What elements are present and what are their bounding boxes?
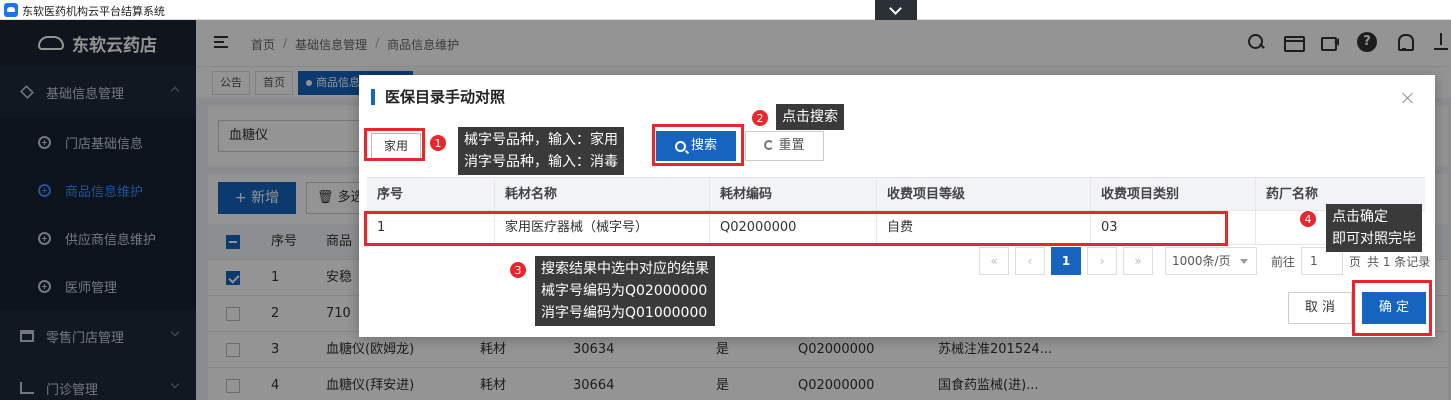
dialog-title: 医保目录手动对照 bbox=[371, 89, 505, 105]
page-number-button[interactable]: 1 bbox=[1051, 247, 1081, 275]
collapse-chevron-down-icon[interactable] bbox=[875, 0, 917, 20]
step-badge-2: 2 bbox=[751, 109, 769, 127]
step-badge-1: 1 bbox=[429, 134, 447, 152]
search-button[interactable]: 搜索 bbox=[656, 131, 736, 161]
reset-button-label: 重置 bbox=[778, 138, 805, 153]
step-tip-4: 点击确定 即可对照完毕 bbox=[1326, 204, 1422, 252]
step-tip-1: 械字号品种，输入：家用 消字号品种，输入：消毒 bbox=[458, 127, 624, 175]
next-page-button[interactable]: › bbox=[1087, 247, 1117, 275]
step-tip-2: 点击搜索 bbox=[776, 104, 844, 130]
col-charge-category: 收费项目类别 bbox=[1090, 178, 1255, 212]
last-page-button[interactable]: » bbox=[1123, 247, 1153, 275]
goto-suffix: 页 bbox=[1349, 254, 1362, 269]
window-title: 东软医药机构云平台结算系统 bbox=[22, 5, 165, 18]
reset-button[interactable]: 重置 bbox=[745, 131, 824, 161]
first-page-button[interactable]: « bbox=[979, 247, 1009, 275]
col-material-code: 耗材编码 bbox=[709, 178, 876, 212]
cancel-button[interactable]: 取 消 bbox=[1288, 292, 1352, 324]
goto-prefix: 前往 bbox=[1271, 254, 1296, 269]
search-button-label: 搜索 bbox=[690, 138, 717, 153]
window-titlebar: 东软医药机构云平台结算系统 bbox=[0, 0, 1451, 20]
app-cloud-icon bbox=[4, 3, 18, 17]
search-icon bbox=[674, 140, 686, 152]
table-row[interactable]: 1 家用医疗器械（械字号） Q02000000 自费 03 bbox=[367, 211, 1425, 245]
prev-page-button[interactable]: ‹ bbox=[1015, 247, 1045, 275]
insurance-mapping-dialog: 医保目录手动对照 家用 搜索 重置 序号 耗材名称 耗材编码 收费项目等级 收费… bbox=[359, 75, 1435, 337]
dialog-result-table: 序号 耗材名称 耗材编码 收费项目等级 收费项目类别 药厂名称 1 家用医疗器械… bbox=[367, 177, 1425, 245]
dialog-search-input[interactable]: 家用 bbox=[371, 133, 421, 159]
col-charge-level: 收费项目等级 bbox=[876, 178, 1090, 212]
col-material-name: 耗材名称 bbox=[494, 178, 709, 212]
close-icon[interactable] bbox=[1401, 91, 1415, 105]
step-badge-3: 3 bbox=[509, 261, 527, 279]
col-seq: 序号 bbox=[377, 187, 404, 202]
step-tip-3: 搜索结果中选中对应的结果 械字号编码为Q02000000 消字号编码为Q0100… bbox=[535, 256, 715, 326]
refresh-icon bbox=[764, 139, 775, 150]
page-size-select[interactable]: 1000条/页 bbox=[1165, 247, 1257, 275]
dialog-table-header: 序号 耗材名称 耗材编码 收费项目等级 收费项目类别 药厂名称 bbox=[367, 177, 1425, 212]
confirm-button[interactable]: 确 定 bbox=[1362, 292, 1426, 324]
step-badge-4: 4 bbox=[1299, 210, 1317, 228]
total-count: 共 1 条记录 bbox=[1367, 254, 1431, 269]
